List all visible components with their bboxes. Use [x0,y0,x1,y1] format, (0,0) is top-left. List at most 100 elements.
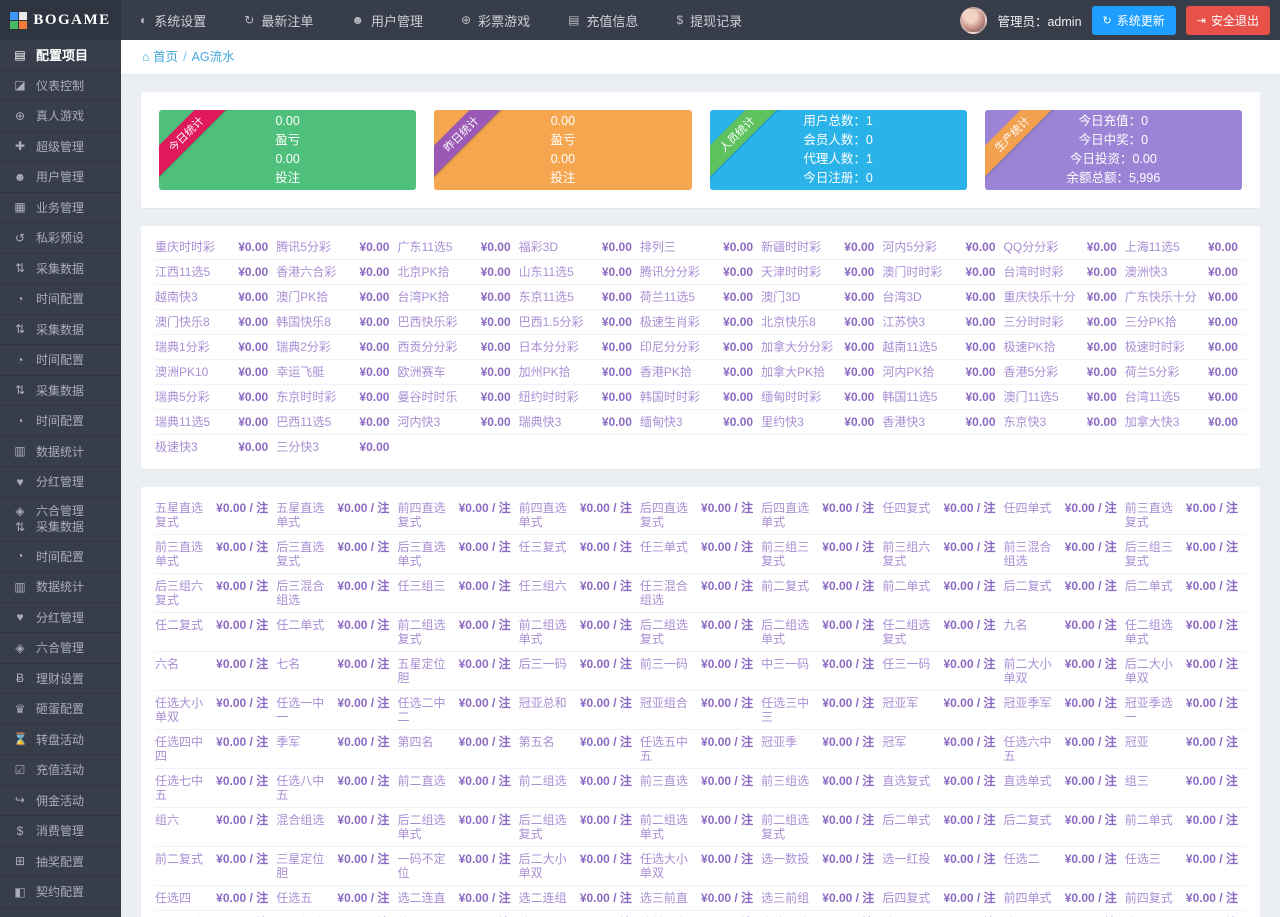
game-name: 澳洲PK10 [155,365,209,379]
stat-cell: 任选六中五 ¥0.00 / 注 [1003,730,1125,769]
nav-item-latest-bets[interactable]: ↻ 最新注单 [225,0,332,40]
stat-cell: 广东11选5 ¥0.00 [397,235,519,260]
stat-cell: 欧洲赛车 ¥0.00 [397,360,519,385]
breadcrumb-home[interactable]: 首页 [153,50,178,64]
amount-value: ¥0.00 [1207,340,1238,354]
table-row: 任选七中五 ¥0.00 / 注任选八中五 ¥0.00 / 注前二直选 ¥0.00 / … [155,769,1246,808]
sidebar-item-label: 时间配置 [36,414,85,429]
game-name: 东京11选5 [518,290,574,304]
breadcrumb-page[interactable]: AG流水 [192,50,235,64]
table-row: 任选大小单双 ¥0.00 / 注任选一中一 ¥0.00 / 注任选二中二 ¥0.00 … [155,691,1246,730]
stat-cell: 任选大小单双 ¥0.00 / 注 [639,847,762,886]
amount-value: ¥0.00 [601,415,632,429]
sidebar-item-config-project[interactable]: ▤ 配置项目 [0,40,121,71]
game-name: 香港5分彩 [1003,365,1059,379]
amount-value: ¥0.00 [844,265,875,279]
sidebar-item-time-config-2[interactable]: ◔ 时间配置 [0,345,121,376]
sidebar-item-recharge-activity[interactable]: ☑ 充值活动 [0,755,121,786]
game-name: 前三混合组选 [1003,540,1052,568]
sidebar-item-egg-smash-config[interactable]: ♛ 砸蛋配置 [0,694,121,725]
stat-cell: 西贡分分彩 ¥0.00 [397,335,519,360]
stat-cell: 任四单式 ¥0.00 / 注 [1003,496,1125,535]
collect-icon: ⇅ [14,520,26,534]
table-row: 五星直选复式 ¥0.00 / 注五星直选单式 ¥0.00 / 注前四直选复式 ¥0.0… [155,496,1246,535]
sidebar-item-time-config-1[interactable]: ◔ 时间配置 [0,284,121,315]
sidebar-item-dividend-management-1[interactable]: ♥ 分红管理 [0,467,121,498]
game-name: 任选五 [276,891,313,905]
table-row: 重庆时时彩 ¥0.00 腾讯5分彩 ¥0.00 广东11选5 ¥0.00 福彩3D ¥0.00… [155,235,1246,260]
stat-cell: 前二组选单式 ¥0.00 / 注 [639,808,762,847]
sidebar-item-dividend-management-2[interactable]: ♥ 分红管理 [0,603,121,633]
amount-value: ¥0.00 [965,365,996,379]
system-update-button[interactable]: ↻ 系统更新 [1091,5,1176,35]
nav-item-recharge-info[interactable]: ▤ 充值信息 [549,0,657,40]
game-name: 三分PK拾 [1124,315,1177,329]
stat-cell: 澳门PK拾 ¥0.00 [276,285,398,310]
sidebar-item-wheel-activity[interactable]: ⌛ 转盘活动 [0,725,121,755]
stat-cell: 任选七中五 ¥0.00 / 注 [155,769,277,808]
nav-item-lottery-games[interactable]: ⊕ 彩票游戏 [442,0,549,40]
sidebar-item-data-stats-1[interactable]: ▥ 数据统计 [0,437,121,467]
stat-cell: 第四名 ¥0.00 / 注 [397,730,519,769]
nav-item-user-management[interactable]: ☻ 用户管理 [332,0,442,40]
stat-cell: 中三一码 ¥0.00 / 注 [761,652,883,691]
sidebar-item-time-config-3[interactable]: ◔ 时间配置 [0,406,121,437]
game-name: 极速生肖彩 [639,315,700,329]
stat-cell: 任选一中一 ¥0.00 / 注 [276,691,398,730]
sidebar-item-super-admin[interactable]: ✚ 超级管理 [0,132,121,162]
sidebar-item-dashboard-control[interactable]: ◪ 仪表控制 [0,71,121,101]
sidebar-item-collect-data-2[interactable]: ⇅ 采集数据 [0,315,121,345]
game-name: 前三组六复式 [882,540,931,568]
stat-cell: 河内5分彩 ¥0.00 [882,235,1004,260]
stat-cell: 新疆时时彩 ¥0.00 [761,235,883,260]
sidebar-item-business-management[interactable]: ▦ 业务管理 [0,193,121,223]
safe-logout-button[interactable]: ⇥ 安全退出 [1185,5,1270,35]
amount-value: ¥0.00 [359,340,390,354]
sidebar-item-marksix-collect[interactable]: ◈ 六合管理 ⇅ 采集数据 [0,498,121,542]
stat-cell: 混合组选 ¥0.00 / 注 [276,808,398,847]
table-row: 组六 ¥0.00 / 注混合组选 ¥0.00 / 注后二组选单式 ¥0.00 / 注后… [155,808,1246,847]
sidebar-item-marksix-management[interactable]: ◈ 六合管理 [0,633,121,664]
amount-value: ¥0.00 / 注 [579,774,632,788]
sidebar-item-label: 转盘活动 [36,732,85,747]
amount-value: ¥0.00 / 注 [579,657,632,671]
stat-cell: 选一红投 ¥0.00 / 注 [882,847,1004,886]
sidebar-item-contract-config[interactable]: ◧ 契约配置 [0,877,121,908]
sidebar-item-lucky-draw-config[interactable]: ⊞ 抽奖配置 [0,847,121,877]
stat-cell: 越南11选5 ¥0.00 [882,335,1004,360]
game-name: 河内快3 [397,415,441,429]
stat-cell: 瑞典11选5 ¥0.00 [155,410,277,435]
sidebar-item-finance-settings[interactable]: Ƀ 理财设置 [0,664,121,694]
game-name: 台湾时时彩 [1003,265,1064,279]
sidebar-item-consume-management[interactable]: $ 消费管理 [0,816,121,847]
app-logo[interactable]: BOGAME [0,0,121,40]
sidebar-item-live-games[interactable]: ⊕ 真人游戏 [0,101,121,132]
sidebar-item-commission-activity[interactable]: ↪ 佣金活动 [0,786,121,816]
amount-value: ¥0.00 [359,390,390,404]
game-name: 前三直选复式 [1124,501,1173,529]
nav-item-system-settings[interactable]: ◐ 系统设置 [121,0,225,40]
amount-value: ¥0.00 / 注 [701,774,754,788]
game-name: 混合组选 [276,813,325,827]
sidebar-item-collect-data-1[interactable]: ⇅ 采集数据 [0,254,121,284]
amount-value: ¥0.00 [359,290,390,304]
nav-item-withdraw-records[interactable]: $ 提现记录 [657,0,761,40]
share-icon: ↪ [14,793,26,808]
sidebar-item-collect-data-3[interactable]: ⇅ 采集数据 [0,376,121,406]
game-name: 福彩3D [518,240,558,254]
stat-cell: 前二复式 ¥0.00 / 注 [155,847,277,886]
empty-cell [882,435,1003,459]
amount-value: ¥0.00 [844,415,875,429]
sidebar-item-data-stats-2[interactable]: ▥ 数据统计 [0,572,121,603]
game-name: 河内PK拾 [882,365,935,379]
avatar[interactable] [960,6,988,34]
game-name: 冠亚总和 [518,696,567,710]
stat-cell: 定位组选¥0.00 / 注 [761,911,882,917]
game-name: 后二大小单双 [518,852,567,880]
sidebar-item-private-lottery-preset[interactable]: ↺ 私彩预设 [0,223,121,254]
amount-value: ¥0.00 [1207,315,1238,329]
amount-value: ¥0.00 [844,340,875,354]
game-name: 越南11选5 [882,340,938,354]
sidebar-item-time-config-4[interactable]: ◔ 时间配置 [0,542,121,572]
sidebar-item-user-management[interactable]: ☻ 用户管理 [0,162,121,193]
